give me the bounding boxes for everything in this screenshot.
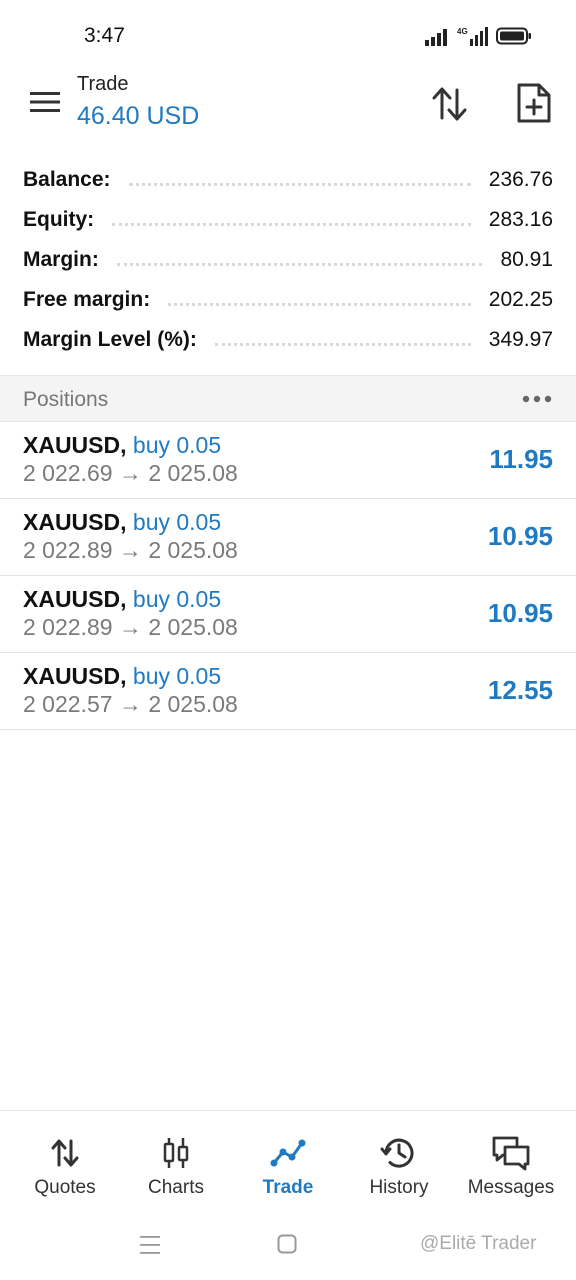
summary-label: Equity: bbox=[23, 208, 95, 231]
positions-title: Positions bbox=[23, 388, 109, 411]
summary-value: 349.97 bbox=[488, 328, 553, 351]
current-price: 2 025.08 bbox=[148, 691, 238, 717]
dotted-leader bbox=[128, 182, 471, 186]
nav-label: Trade bbox=[262, 1177, 314, 1198]
position-prices: 2 022.89 → 2 025.08 bbox=[23, 537, 238, 564]
more-options-icon[interactable] bbox=[522, 394, 552, 404]
nav-tab-history[interactable]: History bbox=[343, 1111, 455, 1217]
price-arrow-icon: → bbox=[118, 691, 142, 717]
position-symbol: XAUUSD, bbox=[23, 509, 127, 535]
position-row[interactable]: XAUUSD, buy 0.05 2 022.89 → 2 025.08 10.… bbox=[0, 499, 576, 576]
price-arrow-icon: → bbox=[118, 614, 142, 640]
position-prices: 2 022.57 → 2 025.08 bbox=[23, 691, 238, 718]
trade-icon bbox=[270, 1139, 306, 1167]
position-symbol: XAUUSD, bbox=[23, 432, 127, 458]
position-symbol: XAUUSD, bbox=[23, 663, 127, 689]
position-side-volume: buy 0.05 bbox=[132, 432, 222, 458]
open-price: 2 022.89 bbox=[23, 614, 113, 640]
new-order-icon[interactable] bbox=[515, 82, 553, 124]
dotted-leader bbox=[168, 302, 471, 306]
price-arrow-icon: → bbox=[118, 537, 142, 563]
position-row[interactable]: XAUUSD, buy 0.05 2 022.57 → 2 025.08 12.… bbox=[0, 653, 576, 730]
home-icon[interactable] bbox=[277, 1234, 297, 1254]
bottom-navigation: Quotes Charts Trade History Messages bbox=[0, 1110, 576, 1216]
position-title: XAUUSD, buy 0.05 bbox=[23, 586, 221, 613]
nav-tab-trade[interactable]: Trade bbox=[232, 1111, 344, 1217]
status-time: 3:47 bbox=[84, 24, 125, 47]
nav-tab-messages[interactable]: Messages bbox=[455, 1111, 567, 1217]
summary-value: 80.91 bbox=[500, 248, 553, 271]
recent-apps-icon[interactable] bbox=[139, 1234, 161, 1256]
summary-row-equity: Equity: 283.16 bbox=[23, 204, 553, 236]
system-navigation-bar: @Elitē Trader bbox=[0, 1216, 576, 1280]
nav-label: History bbox=[369, 1177, 429, 1198]
position-profit: 12.55 bbox=[487, 675, 553, 705]
charts-icon bbox=[163, 1138, 189, 1168]
open-price: 2 022.57 bbox=[23, 691, 113, 717]
position-title: XAUUSD, buy 0.05 bbox=[23, 663, 221, 690]
position-side-volume: buy 0.05 bbox=[132, 509, 222, 535]
current-price: 2 025.08 bbox=[148, 460, 238, 486]
current-price: 2 025.08 bbox=[148, 537, 238, 563]
open-price: 2 022.69 bbox=[23, 460, 113, 486]
mobile-data-icon: 4G bbox=[457, 27, 488, 46]
nav-label: Quotes bbox=[34, 1177, 96, 1198]
summary-row-margin: Margin: 80.91 bbox=[23, 244, 553, 276]
positions-section-header: Positions bbox=[0, 375, 576, 422]
nav-label: Messages bbox=[467, 1177, 555, 1198]
nav-tab-quotes[interactable]: Quotes bbox=[9, 1111, 121, 1217]
summary-row-free-margin: Free margin: 202.25 bbox=[23, 284, 553, 316]
dotted-leader bbox=[214, 342, 471, 346]
summary-value: 283.16 bbox=[488, 208, 553, 231]
position-side-volume: buy 0.05 bbox=[132, 663, 222, 689]
position-symbol: XAUUSD, bbox=[23, 586, 127, 612]
app-header: Trade 46.40 USD bbox=[0, 66, 576, 144]
position-side-volume: buy 0.05 bbox=[132, 586, 222, 612]
summary-label: Free margin: bbox=[23, 288, 151, 311]
position-prices: 2 022.89 → 2 025.08 bbox=[23, 614, 238, 641]
dotted-leader bbox=[116, 262, 483, 266]
position-profit: 10.95 bbox=[487, 521, 553, 551]
position-row[interactable]: XAUUSD, buy 0.05 2 022.89 → 2 025.08 10.… bbox=[0, 576, 576, 653]
position-profit: 10.95 bbox=[487, 598, 553, 628]
network-type-label: 4G bbox=[457, 27, 468, 36]
summary-value: 202.25 bbox=[488, 288, 553, 311]
watermark-text: @Elitē Trader bbox=[420, 1233, 537, 1254]
nav-tab-charts[interactable]: Charts bbox=[120, 1111, 232, 1217]
price-arrow-icon: → bbox=[118, 460, 142, 486]
menu-icon[interactable] bbox=[30, 90, 60, 114]
summary-value: 236.76 bbox=[488, 168, 553, 191]
open-price: 2 022.89 bbox=[23, 537, 113, 563]
nav-label: Charts bbox=[148, 1177, 204, 1198]
status-bar: 3:47 4G bbox=[0, 0, 576, 70]
position-row[interactable]: XAUUSD, buy 0.05 2 022.69 → 2 025.08 11.… bbox=[0, 422, 576, 499]
summary-label: Margin Level (%): bbox=[23, 328, 197, 351]
history-icon bbox=[380, 1138, 414, 1168]
messages-icon bbox=[492, 1136, 530, 1171]
position-profit: 11.95 bbox=[489, 444, 553, 474]
summary-row-balance: Balance: 236.76 bbox=[23, 164, 553, 196]
position-title: XAUUSD, buy 0.05 bbox=[23, 509, 221, 536]
sort-icon[interactable] bbox=[430, 84, 470, 124]
current-price: 2 025.08 bbox=[148, 614, 238, 640]
page-title: Trade bbox=[77, 73, 129, 95]
dotted-leader bbox=[112, 222, 471, 226]
signal-strength-icon bbox=[425, 29, 447, 46]
position-prices: 2 022.69 → 2 025.08 bbox=[23, 460, 238, 487]
summary-label: Balance: bbox=[23, 168, 111, 191]
summary-row-margin-level: Margin Level (%): 349.97 bbox=[23, 324, 553, 356]
header-profit-value: 46.40 USD bbox=[77, 102, 200, 130]
position-title: XAUUSD, buy 0.05 bbox=[23, 432, 221, 459]
quotes-icon bbox=[51, 1139, 79, 1167]
summary-label: Margin: bbox=[23, 248, 99, 271]
battery-icon bbox=[496, 27, 531, 45]
